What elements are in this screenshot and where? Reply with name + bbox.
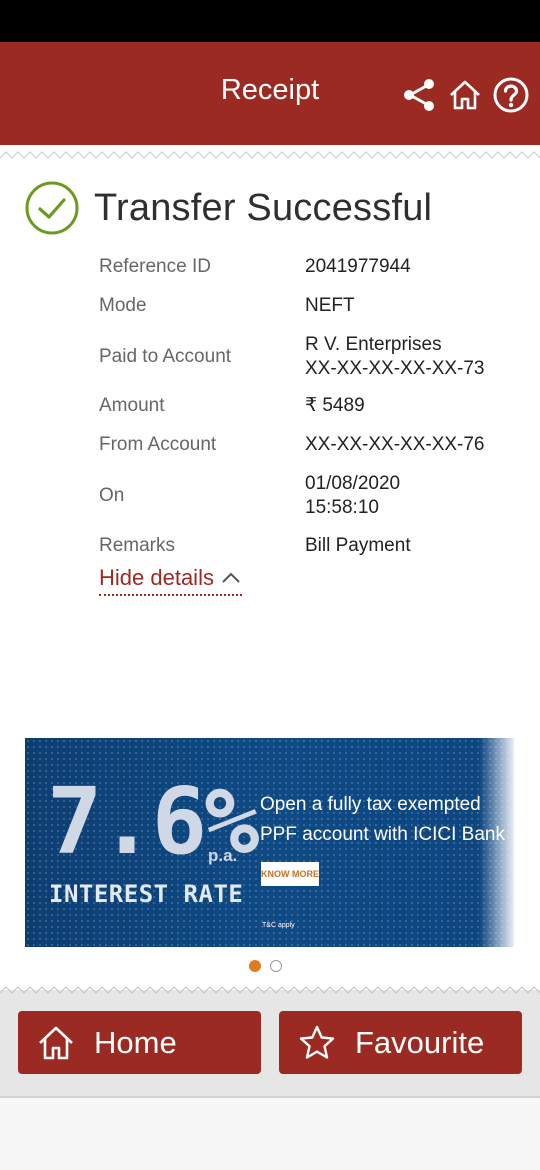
detail-label: Remarks xyxy=(99,535,176,556)
home-button-label: Home xyxy=(94,1024,177,1060)
help-icon[interactable] xyxy=(492,76,530,114)
payee-account: XX-XX-XX-XX-XX-73 xyxy=(305,358,485,379)
detail-row-mode: Mode NEFT xyxy=(99,294,519,318)
pager-dot[interactable] xyxy=(270,960,282,972)
detail-row-from-account: From Account XX-XX-XX-XX-XX-76 xyxy=(99,433,519,457)
transfer-time: 15:58:10 xyxy=(305,497,379,518)
banner-tnc: T&C apply xyxy=(262,922,295,929)
detail-label: Mode xyxy=(99,295,147,316)
zigzag-divider xyxy=(0,150,540,160)
banner-text: Open a fully tax exempted PPF account wi… xyxy=(260,794,505,845)
favourite-button-label: Favourite xyxy=(355,1024,485,1060)
hide-details-label: Hide details xyxy=(99,565,214,590)
hide-details-link[interactable]: Hide details xyxy=(99,565,242,596)
detail-label: On xyxy=(99,485,125,506)
home-icon xyxy=(39,1026,73,1059)
detail-value: 01/08/2020 15:58:10 xyxy=(305,472,400,520)
app-header: Receipt xyxy=(0,42,540,145)
transfer-status: Transfer Successful xyxy=(94,186,433,229)
home-button[interactable]: Home xyxy=(18,1011,261,1074)
system-nav-area xyxy=(0,1098,540,1170)
ppf-promo-banner[interactable]: 7.6% p.a. INTEREST RATE Open a fully tax… xyxy=(25,738,514,947)
chevron-up-icon xyxy=(222,572,240,583)
banner-rate-label: INTEREST RATE xyxy=(49,880,244,908)
payee-name: R V. Enterprises xyxy=(305,334,442,355)
check-circle-icon xyxy=(25,181,79,235)
detail-value: R V. Enterprises XX-XX-XX-XX-XX-73 xyxy=(305,333,485,381)
detail-label: Reference ID xyxy=(99,256,211,277)
detail-row-on: On 01/08/2020 15:58:10 xyxy=(99,472,519,520)
know-more-button[interactable]: KNOW MORE xyxy=(261,862,319,886)
detail-row-amount: Amount ₹ 5489 xyxy=(99,394,519,418)
detail-value: Bill Payment xyxy=(305,535,411,556)
detail-label: Amount xyxy=(99,395,165,416)
detail-label: Paid to Account xyxy=(99,346,232,367)
detail-row-remarks: Remarks Bill Payment xyxy=(99,534,519,558)
pager-dot-active[interactable] xyxy=(249,960,261,972)
detail-value: ₹ 5489 xyxy=(305,395,365,416)
share-icon[interactable] xyxy=(400,76,438,114)
banner-pa: p.a. xyxy=(208,846,238,865)
carousel-pager xyxy=(249,960,291,972)
detail-value: NEFT xyxy=(305,295,355,316)
detail-row-reference: Reference ID 2041977944 xyxy=(99,255,519,279)
detail-value: 2041977944 xyxy=(305,256,411,277)
success-header: Transfer Successful xyxy=(24,180,432,236)
detail-label: From Account xyxy=(99,434,217,455)
transfer-date: 01/08/2020 xyxy=(305,473,401,494)
home-icon[interactable] xyxy=(446,76,484,114)
favourite-button[interactable]: Favourite xyxy=(279,1011,522,1074)
status-bar xyxy=(0,0,540,42)
detail-value: XX-XX-XX-XX-XX-76 xyxy=(305,434,485,455)
star-icon xyxy=(299,1025,335,1059)
zigzag-divider xyxy=(0,985,540,995)
detail-row-paid-to: Paid to Account R V. Enterprises XX-XX-X… xyxy=(99,333,519,381)
